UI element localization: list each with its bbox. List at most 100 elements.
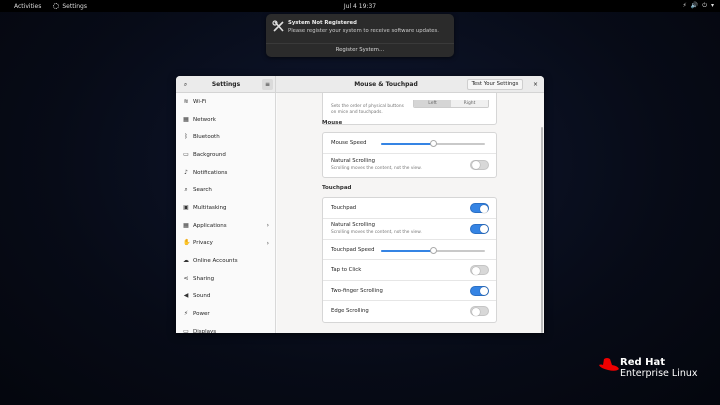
sidebar-item-sound[interactable]: ◀ Sound — [176, 288, 275, 306]
activities-button[interactable]: Activities — [14, 3, 41, 10]
sidebar-item-privacy[interactable]: ✋ Privacy › — [176, 235, 275, 253]
header-bar: ⌕ Settings ≡ Mouse & Touchpad Test Your … — [176, 76, 544, 93]
sidebar-item-multitasking[interactable]: ▣ Multitasking — [176, 199, 275, 217]
sidebar-title: Settings — [211, 81, 241, 88]
mouse-speed-row: Mouse Speed — [323, 133, 496, 154]
sidebar-item-label: Bluetooth — [193, 134, 220, 141]
primary-button-left[interactable]: Left — [414, 100, 451, 107]
mouse-natural-scrolling-desc: Scrolling moves the content, not the vie… — [331, 165, 422, 171]
redhat-logo: Red Hat Enterprise Linux — [598, 356, 708, 380]
chevron-right-icon: › — [266, 222, 269, 230]
sidebar-item-label: Network — [193, 116, 216, 123]
content-pane: Sets the order of physical buttons on mi… — [277, 93, 544, 333]
sidebar-item-network[interactable]: ▦ Network — [176, 111, 275, 129]
sidebar-item-label: Notifications — [193, 169, 228, 176]
clock[interactable]: Jul 4 19:37 — [344, 3, 376, 10]
register-system-button[interactable]: Register System… — [266, 43, 454, 57]
touchpad-speed-row: Touchpad Speed — [323, 240, 496, 261]
sidebar-item-label: Privacy — [193, 240, 213, 247]
applications-icon: ▦ — [183, 221, 189, 229]
mouse-speed-slider[interactable] — [381, 140, 485, 147]
mouse-natural-scrolling-label: Natural Scrolling — [331, 157, 375, 164]
power-icon: ⏻ — [702, 2, 707, 9]
mouse-section-title: Mouse — [322, 120, 343, 126]
system-tray[interactable]: ⚡ 🔊 ⏻ ▾ — [683, 2, 714, 10]
edge-scrolling-row: Edge Scrolling — [323, 301, 496, 322]
top-bar: Activities Settings Jul 4 19:37 ⚡ 🔊 ⏻ ▾ — [0, 0, 720, 12]
sidebar-header: ⌕ Settings ≡ — [176, 76, 276, 93]
network-icon: ▦ — [183, 115, 189, 123]
share-icon: ⋖ — [183, 274, 189, 282]
tap-to-click-switch[interactable] — [470, 265, 489, 276]
sidebar-item-label: Online Accounts — [193, 258, 238, 265]
sound-icon: ◀ — [183, 292, 189, 300]
primary-button-right[interactable]: Right — [451, 100, 488, 107]
edge-scrolling-label: Edge Scrolling — [331, 308, 369, 315]
sidebar-item-online-accounts[interactable]: ☁ Online Accounts — [176, 252, 275, 270]
bluetooth-icon: ᛒ — [184, 133, 188, 141]
two-finger-scrolling-row: Two-finger Scrolling — [323, 281, 496, 302]
sidebar-item-wi-fi[interactable]: ≋ Wi-Fi — [176, 93, 275, 111]
two-finger-scrolling-switch[interactable] — [470, 285, 489, 296]
mouse-natural-scrolling-switch[interactable] — [470, 159, 489, 170]
background-icon: ▭ — [183, 150, 189, 158]
test-settings-button[interactable]: Test Your Settings — [467, 79, 523, 90]
sidebar-item-label: Sound — [193, 293, 211, 300]
sidebar: ≋ Wi-Fi ▦ Network ᛒ Bluetooth ▭ Background ♪ Noti… — [176, 93, 276, 333]
sidebar-item-notifications[interactable]: ♪ Notifications — [176, 164, 275, 182]
tools-icon — [272, 20, 284, 32]
hamburger-menu-icon[interactable]: ≡ — [262, 79, 273, 90]
notification-body: Please register your system to receive s… — [288, 28, 439, 34]
touchpad-natural-scrolling-desc: Scrolling moves the content, not the vie… — [331, 229, 422, 235]
sidebar-item-label: Applications — [193, 222, 227, 229]
touchpad-natural-scrolling-label: Natural Scrolling — [331, 221, 375, 228]
touchpad-natural-scrolling-row: Natural Scrolling Scrolling moves the co… — [323, 219, 496, 240]
notification-title: System Not Registered — [288, 20, 357, 26]
sidebar-item-applications[interactable]: ▦ Applications › — [176, 217, 275, 235]
sidebar-item-label: Wi-Fi — [193, 98, 207, 105]
sidebar-item-background[interactable]: ▭ Background — [176, 146, 275, 164]
app-menu[interactable]: Settings — [53, 3, 87, 10]
touchpad-section-title: Touchpad — [322, 185, 352, 191]
app-menu-label: Settings — [62, 2, 87, 10]
touchpad-switch[interactable] — [470, 203, 489, 213]
logo-line-1: Red Hat — [620, 357, 666, 368]
touchpad-row: Touchpad — [323, 198, 496, 219]
sidebar-item-label: Search — [193, 187, 212, 194]
primary-button-selector[interactable]: Left Right — [413, 100, 489, 108]
sidebar-item-label: Displays — [193, 328, 217, 333]
edge-scrolling-switch[interactable] — [470, 306, 489, 317]
general-frame: Sets the order of physical buttons on mi… — [322, 93, 497, 125]
page-title: Mouse & Touchpad — [354, 81, 418, 88]
sidebar-item-label: Power — [193, 311, 210, 318]
cloud-icon: ☁ — [183, 257, 189, 265]
battery-icon: ⚡ — [682, 2, 687, 9]
primary-button-desc-1: Sets the order of physical buttons — [331, 104, 404, 109]
sidebar-item-power[interactable]: ⚡ Power — [176, 305, 275, 323]
hand-icon: ✋ — [183, 239, 191, 247]
sidebar-item-label: Background — [193, 151, 226, 158]
touchpad-frame: Touchpad Natural Scrolling Scrolling mov… — [322, 197, 497, 323]
notification-banner[interactable]: System Not Registered Please register yo… — [266, 14, 454, 57]
chevron-right-icon: › — [266, 239, 269, 247]
gear-icon — [53, 3, 60, 9]
bell-icon: ♪ — [184, 168, 188, 176]
wifi-icon: ≋ — [183, 97, 189, 105]
search-icon: ⌕ — [184, 186, 188, 194]
touchpad-label: Touchpad — [331, 205, 357, 211]
mouse-natural-scrolling-row: Natural Scrolling Scrolling moves the co… — [323, 154, 496, 177]
sidebar-item-displays[interactable]: ▭ Displays — [176, 323, 275, 333]
sidebar-item-bluetooth[interactable]: ᛒ Bluetooth — [176, 128, 275, 146]
chevron-down-icon: ▾ — [710, 2, 714, 9]
touchpad-natural-scrolling-switch[interactable] — [470, 223, 489, 234]
content-scrollbar[interactable] — [541, 127, 543, 333]
sidebar-item-search[interactable]: ⌕ Search — [176, 181, 275, 199]
close-icon[interactable]: × — [530, 79, 541, 90]
power-icon: ⚡ — [183, 310, 189, 318]
sidebar-item-sharing[interactable]: ⋖ Sharing — [176, 270, 275, 288]
volume-icon: 🔊 — [690, 2, 699, 9]
mouse-frame: Mouse Speed Natural Scrolling Scrolling … — [322, 132, 497, 178]
sidebar-item-label: Sharing — [193, 275, 215, 282]
touchpad-speed-slider[interactable] — [381, 246, 485, 254]
tap-to-click-label: Tap to Click — [331, 267, 362, 274]
